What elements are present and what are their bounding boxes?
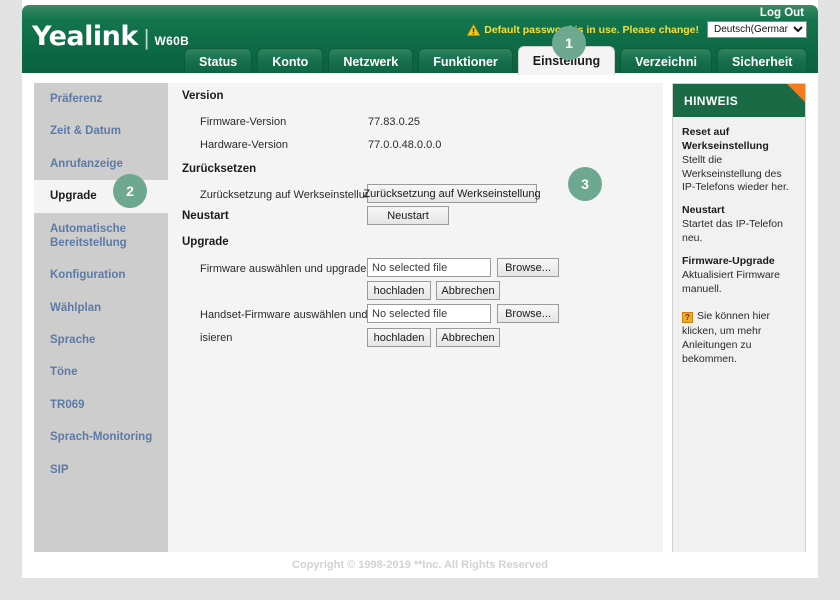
firmware-select-label: Firmware auswählen und upgraden <box>200 263 373 275</box>
hint-panel-title: HINWEIS <box>684 93 739 108</box>
firmware-version-value: 77.83.0.25 <box>368 116 420 128</box>
logo-separator-icon: | <box>143 25 150 50</box>
step-badge-2: 2 <box>113 174 147 208</box>
tab-netzwerk[interactable]: Netzwerk <box>328 48 414 75</box>
handset-browse-button[interactable]: Browse... <box>497 304 559 323</box>
hint-panel-header: HINWEIS <box>673 84 805 117</box>
language-select[interactable]: Deutsch(German)EnglishFrançais(French)Es… <box>707 21 807 38</box>
reboot-button[interactable]: Neustart <box>367 206 449 225</box>
section-title-version: Version <box>182 90 224 102</box>
question-mark-icon: ? <box>682 312 693 324</box>
page-footer: Copyright © 1998-2019 **Inc. All Rights … <box>22 552 818 578</box>
hint-panel-body: Reset auf Werkseinstellung Stellt die Wer… <box>673 117 805 366</box>
sidebar-item-w-hlplan[interactable]: Wählplan <box>34 292 168 324</box>
sidebar-item-upgrade[interactable]: Upgrade <box>34 180 182 213</box>
tab-sicherheit[interactable]: Sicherheit <box>717 48 808 75</box>
hint-block-heading: Firmware-Upgrade <box>682 254 775 267</box>
step-badge-1: 1 <box>552 26 586 60</box>
password-warning-banner: Default password is in use. Please chang… <box>467 21 807 38</box>
firmware-cancel-button[interactable]: Abbrechen <box>436 281 500 300</box>
factory-reset-label: Zurücksetzung auf Werkseinstellung <box>200 189 378 201</box>
warning-triangle-icon <box>467 23 481 36</box>
content-area: Präferenz Zeit & Datum Anrufanzeige Upgrade… <box>22 73 818 578</box>
hint-block: Reset auf Werkseinstellung Stellt die Wer… <box>682 126 797 195</box>
sidebar-item-tr069[interactable]: TR069 <box>34 389 168 421</box>
main-tab-bar: Status Konto Netzwerk Funktioner Einstellung… <box>184 46 808 75</box>
sidebar-item-sprache[interactable]: Sprache <box>34 324 168 356</box>
hint-block: Neustart Startet das IP-Telefon neu. <box>682 204 797 246</box>
section-title-upgrade: Upgrade <box>182 236 229 248</box>
tab-verzeichni[interactable]: Verzeichni <box>620 48 713 75</box>
settings-sidebar: Präferenz Zeit & Datum Anrufanzeige Upgrade… <box>34 83 182 556</box>
sidebar-item-konfiguration[interactable]: Konfiguration <box>34 259 168 291</box>
factory-reset-button[interactable]: Zurücksetzung auf Werkseinstellung <box>363 184 541 203</box>
hint-block-text: Stellt die Werkseinstellung des IP-Telef… <box>682 153 789 194</box>
hint-help-row[interactable]: ? Sie können hier klicken, um mehr Anleit… <box>682 309 797 366</box>
handset-cancel-button[interactable]: Abbrechen <box>436 328 500 347</box>
handset-firmware-file-input[interactable]: No selected file <box>367 304 491 323</box>
step-badge-3: 3 <box>568 167 602 201</box>
brand-logo: Yealink | W60B <box>32 21 189 52</box>
device-model-label: W60B <box>154 34 190 48</box>
hardware-version-value: 77.0.0.48.0.0.0 <box>368 139 442 151</box>
hardware-version-label: Hardware-Version <box>200 139 289 151</box>
tab-funktioner[interactable]: Funktioner <box>418 48 513 75</box>
firmware-file-input[interactable]: No selected file <box>367 258 491 277</box>
upgrade-settings-panel: Version Firmware-Version 77.83.0.25 Hard… <box>168 83 663 556</box>
sidebar-item-anrufanzeige[interactable]: Anrufanzeige <box>34 148 168 180</box>
copyright-text: Copyright © 1998-2019 **Inc. All Rights … <box>292 559 548 571</box>
sidebar-item-pr-ferenz[interactable]: Präferenz <box>34 83 168 115</box>
brand-name: Yealink <box>32 21 138 52</box>
section-title-reset: Zurücksetzen <box>182 163 257 175</box>
handset-upload-button[interactable]: hochladen <box>367 328 431 347</box>
tab-konto[interactable]: Konto <box>257 48 324 75</box>
sidebar-item-automatische-bereitstellung[interactable]: Automatische Bereitstellung <box>34 213 168 260</box>
firmware-version-label: Firmware-Version <box>200 116 287 128</box>
sidebar-item-sprach-monitoring[interactable]: Sprach-Monitoring <box>34 421 168 453</box>
hint-panel: HINWEIS Reset auf Werkseinstellung Stellt… <box>672 83 806 556</box>
section-title-reboot: Neustart <box>182 210 229 222</box>
hint-block-heading: Neustart <box>682 204 725 217</box>
hint-block-text: Aktualisiert Firmware manuell. <box>682 268 781 295</box>
hint-help-text: Sie können hier klicken, um mehr Anleitu… <box>682 310 770 365</box>
tab-status[interactable]: Status <box>184 48 253 75</box>
app-header: Yealink | W60B Log Out Default password … <box>22 5 818 75</box>
firmware-browse-button[interactable]: Browse... <box>497 258 559 277</box>
hint-block-text: Startet das IP-Telefon neu. <box>682 218 783 245</box>
sidebar-item-zeit-datum[interactable]: Zeit & Datum <box>34 115 168 147</box>
corner-fold-icon <box>787 84 805 102</box>
password-warning-text: Default password is in use. Please chang… <box>484 23 699 36</box>
hint-block: Firmware-Upgrade Aktualisiert Firmware ma… <box>682 255 797 297</box>
sidebar-item-sip[interactable]: SIP <box>34 454 168 486</box>
sidebar-item-t-ne[interactable]: Töne <box>34 356 168 388</box>
logout-link[interactable]: Log Out <box>760 7 804 19</box>
handset-firmware-select-label-line2: isieren <box>200 332 233 344</box>
hint-block-heading: Reset auf Werkseinstellung <box>682 126 769 152</box>
firmware-upload-button[interactable]: hochladen <box>367 281 431 300</box>
